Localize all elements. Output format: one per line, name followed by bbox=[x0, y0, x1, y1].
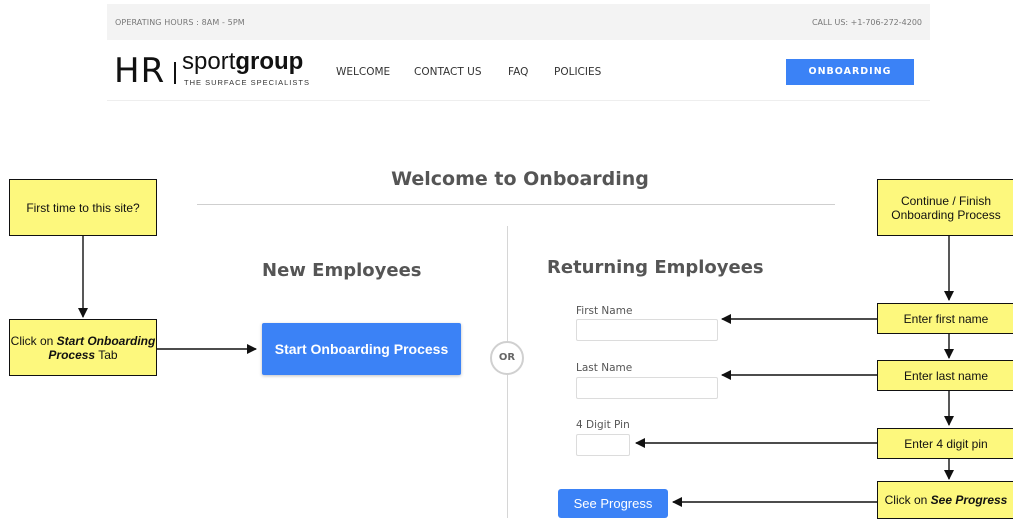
callout-continue: Continue / Finish Onboarding Process bbox=[877, 179, 1013, 236]
callout-click-start-post: Tab bbox=[95, 347, 118, 362]
callout-click-see-progress: Click on See Progress bbox=[877, 481, 1013, 519]
callout-click-start-pre: Click on bbox=[10, 333, 57, 348]
callout-enter-last-text: Enter last name bbox=[903, 368, 989, 383]
callout-continue-text: Continue / Finish Onboarding Process bbox=[891, 193, 1001, 222]
callout-click-see-pre: Click on bbox=[884, 493, 931, 507]
callout-enter-pin: Enter 4 digit pin bbox=[877, 428, 1013, 459]
callout-enter-first-text: Enter first name bbox=[903, 311, 989, 326]
callout-click-see-text: Click on See Progress bbox=[885, 493, 1008, 507]
annotation-arrows bbox=[78, 236, 954, 507]
callout-click-start-text: Click on Start Onboarding Process Tab bbox=[10, 334, 156, 362]
callout-enter-last-name: Enter last name bbox=[877, 360, 1013, 391]
callout-first-time-text: First time to this site? bbox=[26, 200, 140, 215]
callout-enter-first-name: Enter first name bbox=[877, 303, 1013, 334]
callout-click-start: Click on Start Onboarding Process Tab bbox=[9, 319, 157, 376]
callout-first-time: First time to this site? bbox=[9, 179, 157, 236]
callout-click-see-em: See Progress bbox=[930, 493, 1008, 507]
callout-enter-pin-text: Enter 4 digit pin bbox=[904, 436, 988, 451]
